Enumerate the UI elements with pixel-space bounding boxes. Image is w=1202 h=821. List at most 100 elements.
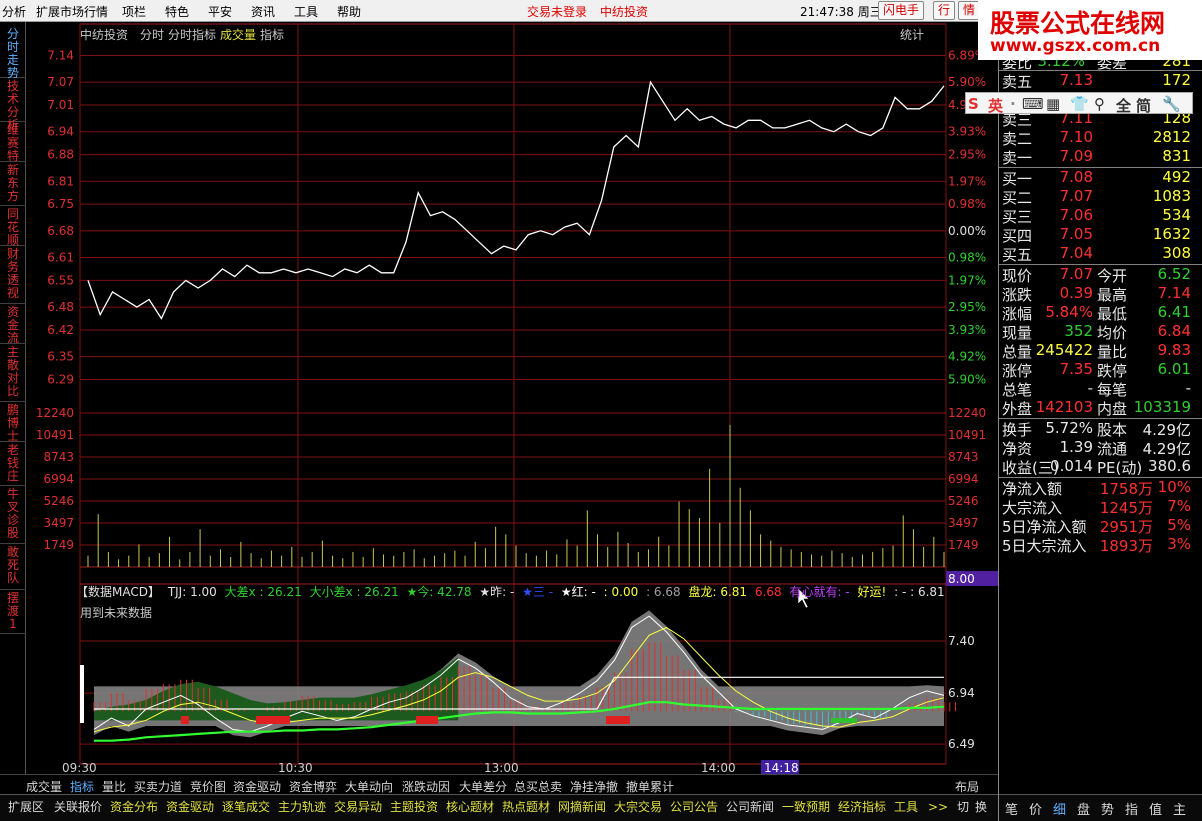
input-method-toolbar[interactable]: S 英 · ⌨ ▦ 👕 ⚲ 全简 🔧 [965,92,1193,116]
quote-stat-row[interactable]: 外盘 142103 内盘 103319 [999,398,1202,418]
buy-level-row[interactable]: 买四 7.05 1632 [999,225,1202,245]
tab-indicator[interactable]: 指标 [260,26,284,43]
fundamental-row[interactable]: 换手 5.72% 股本 4.29亿 [999,419,1202,439]
chart-canvas[interactable]: 7.146.89%7.075.90%7.014.93%6.943.93%6.88… [26,22,998,774]
status-bar-tab[interactable]: 资金分布 [108,798,160,816]
left-nav-item[interactable]: 牛叉诊股 [0,486,26,544]
indicator-tab[interactable]: 量比 [102,778,126,795]
status-bar-tab[interactable]: 经济指标 [836,798,888,816]
chart-area[interactable]: 7.146.89%7.075.90%7.014.93%6.943.93%6.88… [26,22,998,774]
left-nav-item[interactable]: 维赛特 [0,122,26,163]
search-icon[interactable]: ⚲ [1094,95,1105,113]
left-nav-item[interactable]: 分时走势 [0,26,26,80]
keyboard-icon[interactable]: ⌨ [1022,95,1044,113]
skin-icon[interactable]: 👕 [1070,95,1089,113]
left-nav-item[interactable]: 主散对比 [0,344,26,402]
indicator-tab[interactable]: 总买总卖 [514,778,562,795]
market-button[interactable]: 行 [933,1,956,20]
menu-item-help[interactable]: 帮助 [337,3,361,20]
trade-login-status[interactable]: 交易未登录 [527,3,587,20]
quote-detail-tab[interactable]: 值 [1149,799,1162,818]
sogou-icon[interactable]: S [968,95,979,113]
fullwidth-toggle[interactable]: 全 [1116,95,1131,116]
menu-item-pingan[interactable]: 平安 [208,3,232,20]
left-nav-item[interactable]: 新东方 [0,162,26,206]
status-bar-tab[interactable]: 扩展区 [6,798,46,816]
indicator-tab[interactable]: 大单动向 [345,778,393,795]
buy-level-row[interactable]: 买二 7.07 1083 [999,187,1202,207]
menu-item-extended-market[interactable]: 扩展市场行情 [36,3,108,20]
indicator-tab[interactable]: 资金驱动 [233,778,281,795]
sell-level-row[interactable]: 卖一 7.09 831 [999,147,1202,167]
quote-stat-row[interactable]: 涨跌 0.39 最高 7.14 [999,284,1202,304]
status-bar-tab[interactable]: 主题投资 [388,798,440,816]
fund-flow-row[interactable]: 净流入额 1758万 10% [999,478,1202,498]
status-bar-tab[interactable]: 主力轨迹 [276,798,328,816]
left-nav-item[interactable]: 敢死队 [0,544,26,590]
status-bar-tab[interactable]: 公司新闻 [724,798,776,816]
menu-item-news[interactable]: 资讯 [251,3,275,20]
buy-level-row[interactable]: 买三 7.06 534 [999,206,1202,226]
status-bar-tab[interactable]: 热点题材 [500,798,552,816]
quote-stat-row[interactable]: 现量 352 均价 6.84 [999,322,1202,342]
quote-detail-tab[interactable]: 盘 [1077,799,1090,818]
status-bar-tab[interactable]: 核心题材 [444,798,496,816]
left-nav-item[interactable]: 资金流 [0,304,26,345]
quote-detail-tab[interactable]: 价 [1029,799,1042,818]
fundamental-row[interactable]: 收益(三) 0.014 PE(动) 380.6 [999,457,1202,477]
quote-stat-row[interactable]: 涨停 7.35 跌停 6.01 [999,360,1202,380]
quote-stat-row[interactable]: 总量 245422 量比 9.83 [999,341,1202,361]
indicator-tab[interactable]: 涨跌动因 [402,778,450,795]
fund-flow-row[interactable]: 5日净流入额 2951万 5% [999,516,1202,536]
quote-stat-row[interactable]: 现价 7.07 今开 6.52 [999,265,1202,285]
quote-detail-tab[interactable]: 势 [1101,799,1114,818]
indicator-tab[interactable]: 竞价图 [190,778,226,795]
left-nav-item[interactable]: 财务透视 [0,246,26,304]
left-nav-item[interactable]: 同花顺 [0,206,26,247]
status-bar-tab[interactable]: 逐笔成交 [220,798,272,816]
left-nav-item[interactable]: 摆渡1 [0,590,26,634]
indicator-tab[interactable]: 撤单累计 [626,778,674,795]
status-bar-tab[interactable]: 切 [955,798,971,816]
left-nav-item[interactable]: 技术分析 [0,78,26,132]
sell-level-row[interactable]: 卖二 7.10 2812 [999,128,1202,148]
tab-intraday-indicator[interactable]: 分时指标 [168,26,216,43]
status-bar-tab[interactable]: 一致预期 [780,798,832,816]
quote-detail-tab[interactable]: 笔 [1005,799,1018,818]
status-bar-tab[interactable]: 工具 [892,798,920,816]
fundamental-row[interactable]: 净资 1.39 流通 4.29亿 [999,438,1202,458]
indicator-tab[interactable]: 成交量 [26,778,62,795]
status-bar-tab[interactable]: >> [926,798,950,816]
status-bar-tab[interactable]: 交易异动 [332,798,384,816]
tab-intraday[interactable]: 分时 [140,26,164,43]
sell-level-row[interactable]: 卖五 7.13 172 [999,71,1202,91]
quote-stat-row[interactable]: 总笔 - 每笔 - [999,379,1202,399]
quote-stat-row[interactable]: 涨幅 5.84% 最低 6.41 [999,303,1202,323]
left-nav-item[interactable]: 老钱庄 [0,442,26,486]
status-bar-tab[interactable]: 公司公告 [668,798,720,816]
indicator-tab[interactable]: 净挂净撤 [570,778,618,795]
status-bar-tab[interactable]: 资金驱动 [164,798,216,816]
status-bar-tab[interactable]: 网摘新闻 [556,798,608,816]
status-bar-tab[interactable]: 换 [973,798,989,816]
buy-level-row[interactable]: 买一 7.08 492 [999,168,1202,188]
menu-item-features[interactable]: 特色 [165,3,189,20]
english-mode-toggle[interactable]: 英 [988,95,1003,116]
flash-trade-button[interactable]: 闪电手 [878,1,925,20]
fund-flow-row[interactable]: 大宗流入 1245万 7% [999,497,1202,517]
quote-detail-tab[interactable]: 主 [1173,799,1186,818]
tab-volume[interactable]: 成交量 [220,26,256,43]
indicator-tab[interactable]: 指标 [70,778,94,795]
indicator-name[interactable]: 【数据MACD】 [76,585,160,599]
indicator-tab[interactable]: 大单差分 [459,778,507,795]
grid-icon[interactable]: ▦ [1046,95,1060,113]
stats-button[interactable]: 统计 [900,26,924,43]
layout-button[interactable]: 布局 [955,778,979,795]
separator-dot[interactable]: · [1010,95,1016,113]
left-nav-item[interactable]: 鹏博士 [0,402,26,443]
fund-flow-row[interactable]: 5日大宗流入 1893万 3% [999,535,1202,555]
indicator-tab[interactable]: 资金博弈 [289,778,337,795]
settings-icon[interactable]: 🔧 [1162,95,1181,113]
status-bar-tab[interactable]: 大宗交易 [612,798,664,816]
status-bar-tab[interactable]: 关联报价 [52,798,104,816]
